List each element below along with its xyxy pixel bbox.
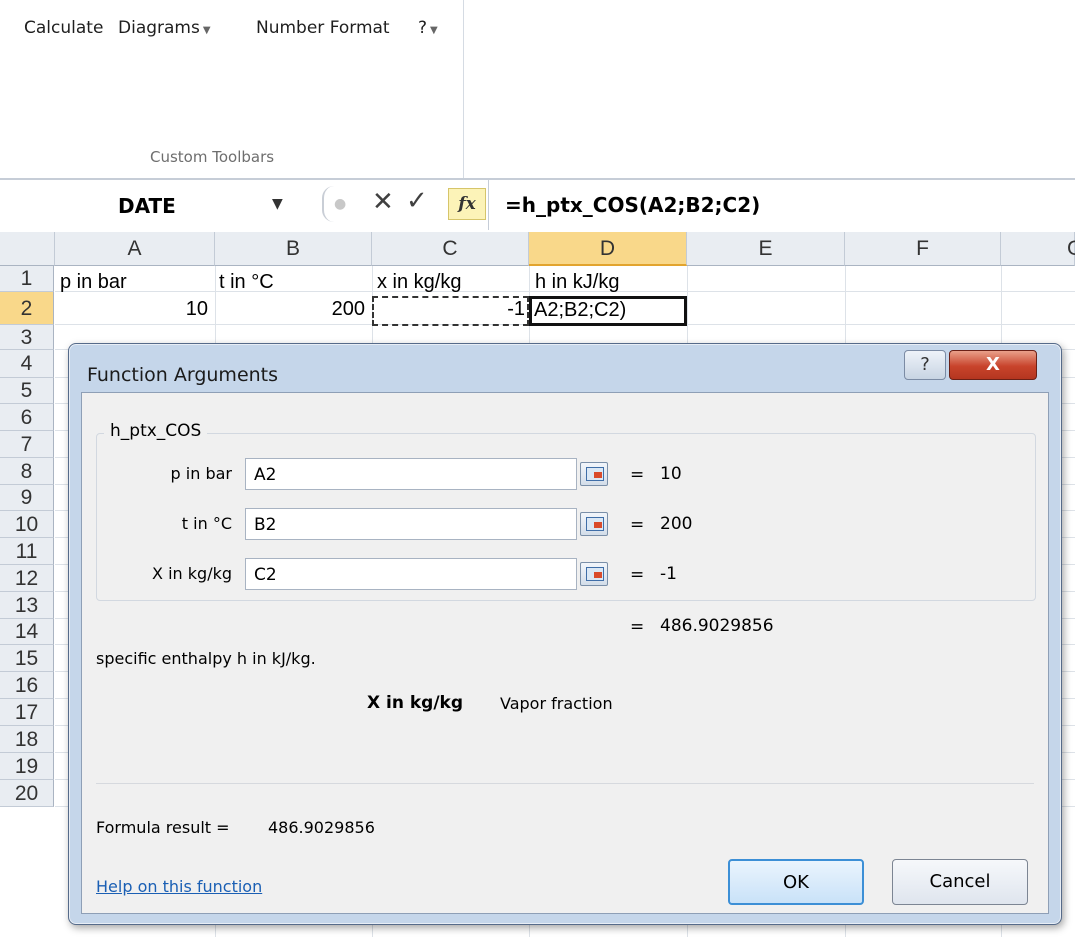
overall-result: 486.9029856 xyxy=(660,616,774,636)
ribbon: Calculate Diagrams ▼ Number Format ? ▼ Cus… xyxy=(0,0,1075,179)
row-header-8[interactable]: 8 xyxy=(0,458,54,485)
cell-d1[interactable]: h in kJ/kg xyxy=(535,271,619,294)
arg-label-p: p in bar xyxy=(170,464,232,483)
menu-diagrams-label: Diagrams xyxy=(118,18,200,38)
close-button[interactable]: X xyxy=(949,350,1037,380)
group-separator xyxy=(463,0,464,178)
row-header-9[interactable]: 9 xyxy=(0,485,54,511)
close-icon: X xyxy=(986,354,1000,375)
overall-eq: = xyxy=(630,617,645,637)
column-header-e[interactable]: E xyxy=(687,232,845,266)
row-header-13[interactable]: 13 xyxy=(0,592,54,619)
row-header-3[interactable]: 3 xyxy=(0,325,54,350)
divider xyxy=(96,783,1034,784)
argument-description-name: X in kg/kg xyxy=(367,693,464,713)
formula-bar-splitter[interactable] xyxy=(322,186,334,222)
cell-b1[interactable]: t in °C xyxy=(219,271,274,294)
arg-label-x: X in kg/kg xyxy=(152,564,232,583)
argument-description-text: Vapor fraction xyxy=(500,694,613,713)
arg-input-x[interactable]: C2 xyxy=(245,558,577,590)
formula-input[interactable]: =h_ptx_COS(A2;B2;C2) xyxy=(505,193,760,217)
function-arguments-dialog: Function Arguments ? X h_ptx_COS p in ba… xyxy=(68,343,1062,925)
cell-a2[interactable]: 10 xyxy=(55,298,208,321)
select-all-corner[interactable] xyxy=(0,232,55,266)
dot-icon: ● xyxy=(334,196,347,212)
ribbon-group-label: Custom Toolbars xyxy=(150,148,275,166)
cancel-button[interactable]: Cancel xyxy=(892,859,1028,905)
row-header-20[interactable]: 20 xyxy=(0,780,54,807)
help-button[interactable]: ? xyxy=(904,350,946,380)
column-header-a[interactable]: A xyxy=(55,232,215,266)
cell-c2[interactable]: -1 xyxy=(372,296,529,326)
row-header-19[interactable]: 19 xyxy=(0,753,54,780)
cell-b2[interactable]: 200 xyxy=(215,298,365,321)
column-header-c[interactable]: C xyxy=(372,232,529,266)
name-box-value: DATE xyxy=(118,194,176,218)
arg-result-t: 200 xyxy=(660,514,693,534)
row-header-2[interactable]: 2 xyxy=(0,292,54,325)
chevron-down-icon[interactable]: ▼ xyxy=(272,196,283,212)
column-header-g[interactable]: G xyxy=(1001,232,1075,266)
menu-number-format-label: Number Format xyxy=(256,18,390,38)
cell-c1[interactable]: x in kg/kg xyxy=(377,271,461,294)
arg-input-p[interactable]: A2 xyxy=(245,458,577,490)
row-header-4[interactable]: 4 xyxy=(0,350,54,378)
dialog-title: Function Arguments xyxy=(87,364,279,386)
enter-check-icon[interactable]: ✓ xyxy=(406,186,428,216)
column-header-d[interactable]: D xyxy=(529,232,687,266)
arg-input-t[interactable]: B2 xyxy=(245,508,577,540)
cell-d2-active[interactable]: A2;B2;C2) xyxy=(529,296,687,326)
row-header-18[interactable]: 18 xyxy=(0,726,54,753)
function-name: h_ptx_COS xyxy=(104,421,208,441)
menu-help-label: ? xyxy=(418,18,428,38)
arg-eq-x: = xyxy=(630,565,645,585)
dialog-body: h_ptx_COS p in bar A2 = 10 t in °C B2 = … xyxy=(81,392,1049,914)
row-header-14[interactable]: 14 xyxy=(0,619,54,645)
column-header-g-label: G xyxy=(1067,232,1075,266)
formula-bar-separator xyxy=(488,180,489,230)
function-description: specific enthalpy h in kJ/kg. xyxy=(96,649,316,668)
column-header-b[interactable]: B xyxy=(215,232,372,266)
row-header-11[interactable]: 11 xyxy=(0,538,54,565)
menu-diagrams[interactable]: Diagrams ▼ xyxy=(118,18,211,38)
arg-label-t: t in °C xyxy=(181,514,232,533)
menu-calculate[interactable]: Calculate xyxy=(24,18,103,38)
row-header-6[interactable]: 6 xyxy=(0,404,54,431)
cancel-x-icon[interactable]: ✕ xyxy=(372,187,394,217)
formula-bar: DATE ▼ ● ✕ ✓ fx =h_ptx_COS(A2;B2;C2) xyxy=(0,179,1075,234)
row-header-1[interactable]: 1 xyxy=(0,266,54,292)
collapse-dialog-icon[interactable] xyxy=(580,562,608,586)
collapse-dialog-icon[interactable] xyxy=(580,512,608,536)
insert-function-icon[interactable]: fx xyxy=(448,188,486,220)
menu-help[interactable]: ? ▼ xyxy=(418,18,438,38)
menu-calculate-label: Calculate xyxy=(24,18,104,38)
cell-a1[interactable]: p in bar xyxy=(60,271,127,294)
arg-result-p: 10 xyxy=(660,464,682,484)
arg-eq-p: = xyxy=(630,465,645,485)
row-header-7[interactable]: 7 xyxy=(0,431,54,458)
row-header-15[interactable]: 15 xyxy=(0,645,54,672)
arg-eq-t: = xyxy=(630,515,645,535)
name-box[interactable]: DATE ▼ xyxy=(0,180,300,230)
formula-result-value: 486.9029856 xyxy=(268,818,375,837)
row-header-10[interactable]: 10 xyxy=(0,511,54,538)
arg-result-x: -1 xyxy=(660,564,677,584)
row-header-16[interactable]: 16 xyxy=(0,672,54,699)
row-header-17[interactable]: 17 xyxy=(0,699,54,726)
formula-result-label: Formula result = xyxy=(96,818,230,837)
ok-button[interactable]: OK xyxy=(728,859,864,905)
collapse-dialog-icon[interactable] xyxy=(580,462,608,486)
menu-number-format[interactable]: Number Format xyxy=(256,18,390,38)
chevron-down-icon: ▼ xyxy=(430,25,438,36)
help-on-function-link[interactable]: Help on this function xyxy=(96,877,262,896)
row-header-5[interactable]: 5 xyxy=(0,378,54,404)
row-header-12[interactable]: 12 xyxy=(0,565,54,592)
question-icon: ? xyxy=(920,354,930,375)
column-header-f[interactable]: F xyxy=(845,232,1001,266)
chevron-down-icon: ▼ xyxy=(202,25,211,36)
